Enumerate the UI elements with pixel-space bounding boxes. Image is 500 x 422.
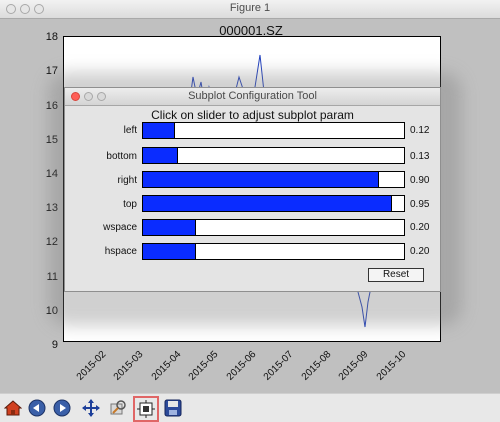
slider-hspace[interactable] <box>142 243 405 260</box>
x-tick-label: 2015-06 <box>224 349 259 383</box>
navigation-toolbar <box>0 393 500 422</box>
slider-value-wspace: 0.20 <box>410 222 430 233</box>
x-tick-label: 2015-10 <box>374 349 409 383</box>
y-tick-label: 18 <box>45 31 58 43</box>
forward-icon <box>53 399 71 417</box>
slider-fill <box>143 220 197 235</box>
slider-value-right: 0.90 <box>410 175 430 186</box>
slider-label-bottom: bottom <box>106 151 137 162</box>
forward-button[interactable] <box>52 398 72 418</box>
save-icon <box>164 399 182 417</box>
pan-button[interactable] <box>81 398 101 418</box>
slider-value-top: 0.95 <box>410 199 430 210</box>
x-tick-label: 2015-04 <box>149 349 184 383</box>
home-button[interactable] <box>3 398 23 418</box>
slider-value-bottom: 0.13 <box>410 151 430 162</box>
slider-fill <box>143 172 379 187</box>
slider-fill <box>143 123 176 138</box>
dialog-heading: Click on slider to adjust subplot param <box>151 108 354 122</box>
slider-fill <box>143 244 197 259</box>
slider-value-left: 0.12 <box>410 125 430 136</box>
dialog-title: Subplot Configuration Tool <box>188 90 317 102</box>
slider-value-hspace: 0.20 <box>410 246 430 257</box>
dialog-titlebar: Subplot Configuration Tool <box>65 88 440 106</box>
slider-fill <box>143 196 392 211</box>
subplots-icon <box>137 400 155 418</box>
x-tick-label: 2015-03 <box>111 349 146 383</box>
reset-button[interactable]: Reset <box>368 268 424 282</box>
window-titlebar: Figure 1 <box>0 0 500 19</box>
figure-window: Figure 1 000001.SZ 18 17 16 15 14 13 12 … <box>0 0 500 422</box>
subplot-config-dialog: Subplot Configuration Tool Click on slid… <box>64 87 441 292</box>
slider-right[interactable] <box>142 171 405 188</box>
x-tick-label: 2015-08 <box>299 349 334 383</box>
y-tick-label: 17 <box>45 65 58 77</box>
x-tick-label: 2015-05 <box>186 349 221 383</box>
slider-label-wspace: wspace <box>103 222 137 233</box>
back-icon <box>28 399 46 417</box>
slider-top[interactable] <box>142 195 405 212</box>
slider-label-right: right <box>117 175 137 186</box>
slider-fill <box>143 148 178 163</box>
slider-left[interactable] <box>142 122 405 139</box>
home-icon <box>4 400 22 416</box>
slider-wspace[interactable] <box>142 219 405 236</box>
x-tick-label: 2015-09 <box>336 349 371 383</box>
zoom-icon <box>110 400 126 415</box>
slider-label-hspace: hspace <box>104 246 137 257</box>
y-tick-label: 9 <box>51 339 58 351</box>
slider-bottom[interactable] <box>142 147 405 164</box>
slider-label-left: left <box>123 125 137 136</box>
x-tick-label: 2015-02 <box>74 349 109 383</box>
slider-label-top: top <box>123 199 137 210</box>
window-title: Figure 1 <box>229 2 271 14</box>
zoom-button[interactable] <box>108 398 128 418</box>
x-tick-label: 2015-07 <box>261 349 296 383</box>
pan-icon <box>82 399 100 417</box>
back-button[interactable] <box>27 398 47 418</box>
subplots-button[interactable] <box>133 396 159 422</box>
save-button[interactable] <box>163 398 183 418</box>
